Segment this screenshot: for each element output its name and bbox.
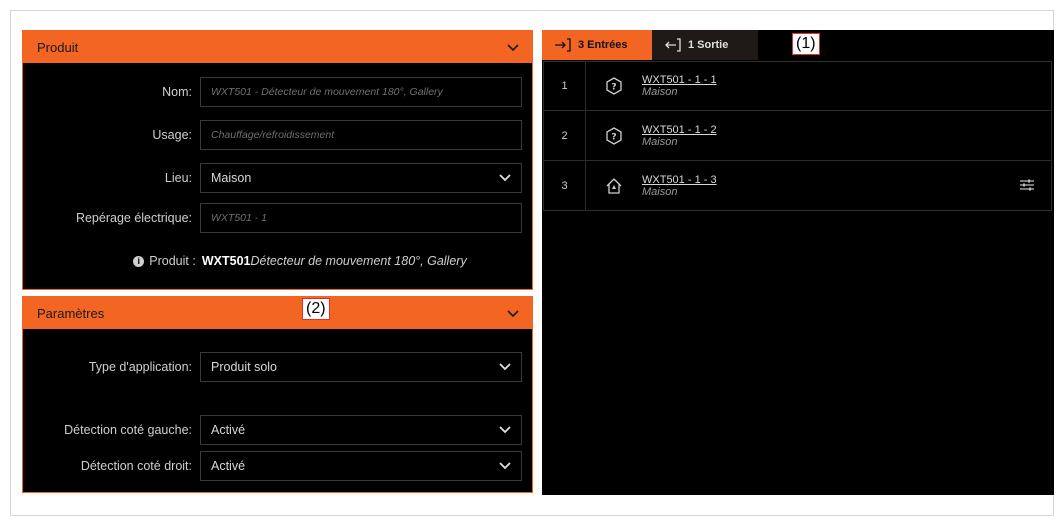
list-item[interactable]: 3 WXT501 - 1 - 3 Maison bbox=[543, 161, 1052, 211]
product-info: i Produit : WXT501 Détecteur de mouvemen… bbox=[23, 251, 532, 271]
chevron-down-icon[interactable] bbox=[506, 306, 520, 320]
info-icon: i bbox=[133, 255, 145, 267]
parametres-panel-header[interactable]: Paramètres bbox=[23, 297, 532, 329]
reperage-input[interactable]: WXT501 - 1 bbox=[200, 203, 522, 233]
chevron-down-icon bbox=[499, 426, 511, 434]
produit-panel-header[interactable]: Produit bbox=[23, 31, 532, 63]
detection-droit-label: Détection coté droit: bbox=[80, 459, 192, 473]
unknown-icon: ? bbox=[606, 77, 622, 95]
usage-placeholder: Chauffage/refroidissement bbox=[211, 129, 335, 141]
type-application-row: Type d'application: Produit solo bbox=[23, 352, 532, 382]
detection-gauche-value: Activé bbox=[211, 423, 246, 437]
reperage-row: Repérage électrique: WXT501 - 1 bbox=[23, 203, 532, 233]
entry-number: 3 bbox=[544, 161, 586, 210]
chevron-down-icon[interactable] bbox=[506, 40, 520, 54]
product-description: Détecteur de mouvement 180°, Gallery bbox=[250, 254, 467, 268]
reperage-label: Repérage électrique: bbox=[75, 211, 192, 225]
detection-droit-select[interactable]: Activé bbox=[200, 451, 522, 481]
svg-text:?: ? bbox=[611, 83, 616, 93]
type-application-label: Type d'application: bbox=[88, 360, 192, 374]
produit-panel: Produit Nom: WXT501 - Détecteur de mouve… bbox=[22, 30, 533, 290]
chevron-down-icon bbox=[499, 462, 511, 470]
detection-droit-value: Activé bbox=[211, 459, 246, 473]
usage-label: Usage: bbox=[152, 128, 192, 142]
chevron-down-icon bbox=[499, 363, 511, 371]
detection-droit-row: Détection coté droit: Activé bbox=[23, 451, 532, 481]
entry-name-link[interactable]: WXT501 - 1 - 3 bbox=[642, 174, 717, 186]
produit-panel-title: Produit bbox=[37, 39, 79, 55]
list-item[interactable]: 2 ? WXT501 - 1 - 2 Maison bbox=[543, 111, 1052, 161]
reperage-placeholder: WXT501 - 1 bbox=[211, 212, 268, 224]
product-info-label: Produit : bbox=[149, 254, 196, 268]
nom-input[interactable]: WXT501 - Détecteur de mouvement 180°, Ga… bbox=[200, 77, 522, 107]
entry-location: Maison bbox=[642, 135, 678, 148]
annotation-1: (1) bbox=[792, 33, 820, 55]
lieu-label: Lieu: bbox=[164, 171, 192, 185]
annotation-2: (2) bbox=[302, 298, 330, 320]
entry-number: 1 bbox=[544, 62, 586, 110]
output-arrow-icon bbox=[665, 38, 681, 52]
entry-name-link[interactable]: WXT501 - 1 - 2 bbox=[642, 124, 717, 136]
io-tabs: 3 Entrées 1 Sortie bbox=[542, 30, 758, 60]
entry-number: 2 bbox=[544, 111, 586, 160]
entry-location: Maison bbox=[642, 185, 678, 198]
nom-row: Nom: WXT501 - Détecteur de mouvement 180… bbox=[23, 77, 532, 107]
nom-label: Nom: bbox=[162, 85, 192, 99]
product-ref: WXT501 bbox=[201, 254, 251, 268]
parametres-panel: Paramètres Type d'application: Produit s… bbox=[22, 296, 533, 493]
tab-entrees-label: 3 Entrées bbox=[578, 39, 628, 51]
nom-placeholder: WXT501 - Détecteur de mouvement 180°, Ga… bbox=[211, 86, 443, 98]
type-application-select[interactable]: Produit solo bbox=[200, 352, 522, 382]
usage-row: Usage: Chauffage/refroidissement bbox=[23, 120, 532, 150]
tab-sortie-label: 1 Sortie bbox=[688, 39, 729, 51]
home-icon bbox=[606, 177, 622, 194]
lieu-value: Maison bbox=[211, 171, 252, 185]
detection-gauche-label: Détection coté gauche: bbox=[64, 423, 192, 437]
list-item[interactable]: 1 ? WXT501 - 1 - 1 Maison bbox=[543, 61, 1052, 111]
lieu-row: Lieu: Maison bbox=[23, 163, 532, 193]
type-application-value: Produit solo bbox=[211, 360, 278, 374]
svg-text:?: ? bbox=[611, 132, 616, 142]
detection-gauche-select[interactable]: Activé bbox=[200, 415, 522, 445]
lieu-select[interactable]: Maison bbox=[200, 163, 522, 193]
entries-list: 1 ? WXT501 - 1 - 1 Maison 2 ? WXT501 - 1… bbox=[543, 61, 1052, 211]
tab-sortie[interactable]: 1 Sortie bbox=[652, 30, 758, 60]
entry-name-link[interactable]: WXT501 - 1 - 1 bbox=[642, 74, 717, 86]
entry-location: Maison bbox=[642, 86, 678, 98]
detection-gauche-row: Détection coté gauche: Activé bbox=[23, 415, 532, 445]
settings-sliders-icon[interactable] bbox=[1019, 178, 1035, 192]
parametres-panel-title: Paramètres bbox=[37, 305, 105, 321]
tab-entrees[interactable]: 3 Entrées bbox=[542, 30, 652, 60]
chevron-down-icon bbox=[499, 174, 511, 182]
usage-input[interactable]: Chauffage/refroidissement bbox=[200, 120, 522, 150]
unknown-icon: ? bbox=[606, 126, 622, 145]
input-arrow-icon bbox=[555, 38, 571, 52]
